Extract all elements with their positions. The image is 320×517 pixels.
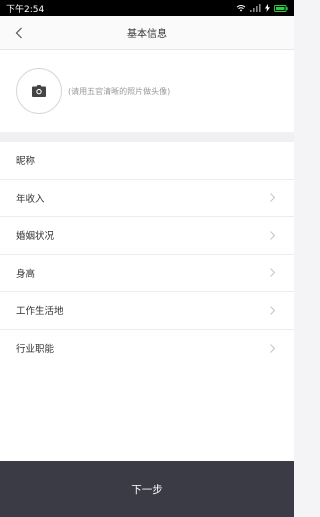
list-item-height[interactable]: 身高 — [0, 255, 294, 292]
list-item-marital-status[interactable]: 婚姻状况 — [0, 217, 294, 255]
next-step-button[interactable]: 下一步 — [0, 461, 294, 517]
chevron-right-icon — [270, 230, 278, 240]
charging-bolt-icon — [265, 4, 270, 12]
list-item-label: 婚姻状况 — [16, 231, 55, 243]
wifi-icon — [236, 4, 246, 12]
chevron-right-icon — [270, 268, 278, 278]
status-time: 下午2:54 — [6, 4, 45, 15]
battery-icon — [274, 4, 288, 12]
avatar-hint: (请用五官清晰的照片做头像) — [68, 86, 171, 96]
signal-icon — [250, 4, 261, 12]
list-item-label: 身高 — [16, 268, 36, 280]
list-item-annual-income[interactable]: 年收入 — [0, 180, 294, 217]
list-item-label: 年收入 — [16, 193, 45, 205]
chevron-right-icon — [270, 343, 278, 353]
section-divider — [0, 132, 294, 142]
list-item-work-location[interactable]: 工作生活地 — [0, 292, 294, 330]
list-item-industry[interactable]: 行业职能 — [0, 330, 294, 368]
back-button[interactable] — [10, 24, 28, 42]
nav-bar: 基本信息 — [0, 16, 294, 50]
camera-icon — [32, 82, 46, 101]
chevron-right-icon — [270, 193, 278, 203]
list-item-nickname[interactable]: 昵称 — [0, 142, 294, 180]
list-item-label: 行业职能 — [16, 344, 55, 356]
chevron-right-icon — [270, 305, 278, 315]
info-list: 昵称 年收入 婚姻状况 身高 工作生活地 行业职能 — [0, 142, 294, 367]
content-blank-area — [0, 367, 294, 461]
list-item-label: 昵称 — [16, 156, 36, 168]
page-title: 基本信息 — [127, 29, 167, 40]
avatar-section: (请用五官清晰的照片做头像) — [0, 50, 294, 132]
list-item-label: 工作生活地 — [16, 306, 64, 318]
chevron-left-icon — [15, 24, 23, 43]
avatar-upload-button[interactable] — [16, 68, 62, 114]
status-bar: 下午2:54 — [0, 0, 294, 16]
status-icons — [236, 4, 288, 12]
